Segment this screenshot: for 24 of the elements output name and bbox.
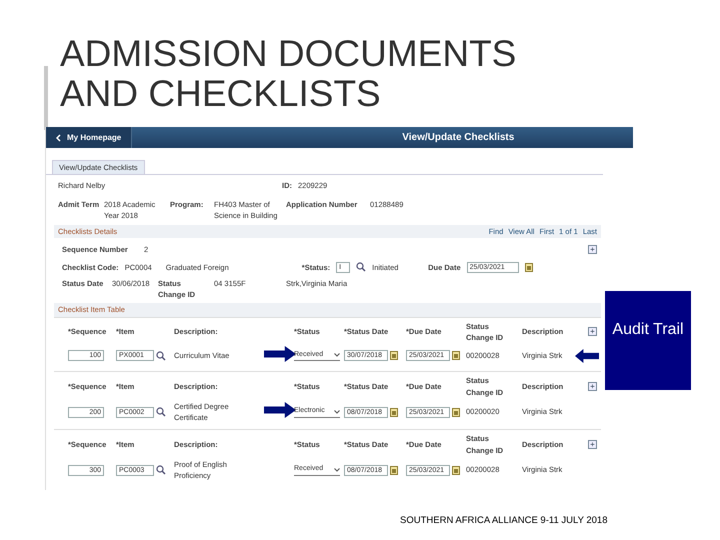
search-icon[interactable] [156,350,166,361]
chevron-left-icon [56,134,61,142]
caret-down-icon [334,410,340,414]
calendar-icon[interactable] [524,262,533,272]
calendar-icon[interactable] [390,351,398,360]
search-icon[interactable] [156,465,166,475]
add-button[interactable]: + [588,440,597,449]
calendar-icon[interactable] [452,466,460,474]
back-button[interactable]: My Homepage [46,127,132,148]
add-button[interactable]: + [588,327,597,336]
slide-title: ADMISSION DOCUMENTS AND CHECKLISTS [60,34,518,114]
page-title: View/Update Checklists [402,131,514,145]
add-button[interactable]: + [588,245,597,254]
calendar-icon[interactable] [390,466,398,474]
callout-box: Audit Trail [605,291,691,390]
caret-down-icon [334,468,340,472]
caret-down-icon [334,353,340,358]
add-button[interactable]: + [588,382,597,391]
calendar-icon[interactable] [390,408,398,416]
search-icon[interactable] [156,407,166,417]
search-icon[interactable] [356,262,366,272]
slide-footer: SOUTHERN AFRICA ALLIANCE 9-11 JULY 2018 [400,514,608,528]
calendar-icon[interactable] [452,408,460,416]
calendar-icon[interactable] [452,351,460,360]
